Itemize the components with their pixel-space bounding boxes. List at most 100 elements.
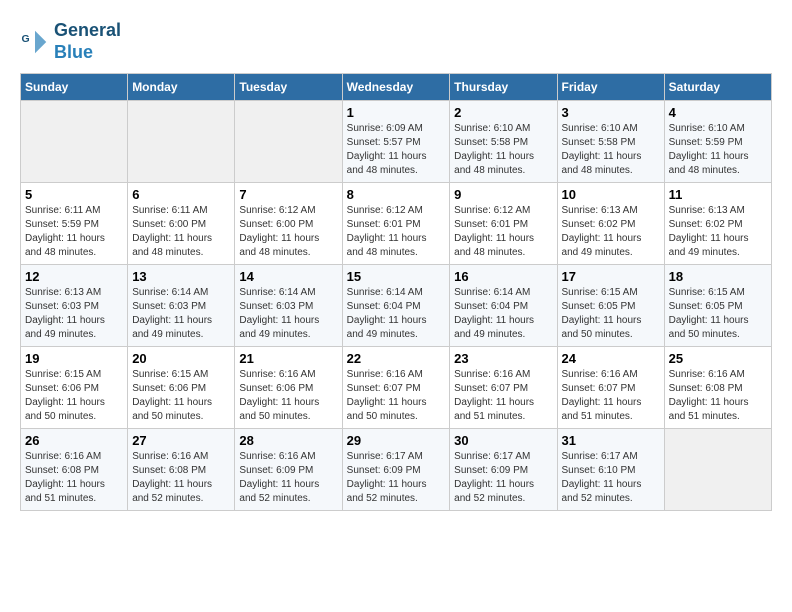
calendar-cell: 22 Sunrise: 6:16 AM Sunset: 6:07 PM Dayli… xyxy=(342,347,450,429)
week-row-2: 5 Sunrise: 6:11 AM Sunset: 5:59 PM Daylig… xyxy=(21,183,772,265)
day-info: Sunrise: 6:17 AM Sunset: 6:09 PM Dayligh… xyxy=(454,450,552,506)
day-number: 7 xyxy=(239,187,337,202)
day-info: Sunrise: 6:17 AM Sunset: 6:10 PM Dayligh… xyxy=(562,450,660,506)
day-info: Sunrise: 6:16 AM Sunset: 6:08 PM Dayligh… xyxy=(132,450,230,506)
day-number: 1 xyxy=(347,105,446,120)
day-info: Sunrise: 6:14 AM Sunset: 6:04 PM Dayligh… xyxy=(347,286,446,342)
header-tuesday: Tuesday xyxy=(235,74,342,101)
day-number: 4 xyxy=(669,105,767,120)
day-number: 12 xyxy=(25,269,123,284)
calendar-cell: 20 Sunrise: 6:15 AM Sunset: 6:06 PM Dayli… xyxy=(128,347,235,429)
calendar-cell: 18 Sunrise: 6:15 AM Sunset: 6:05 PM Dayli… xyxy=(664,265,771,347)
svg-text:G: G xyxy=(22,33,30,45)
calendar-cell xyxy=(664,429,771,511)
calendar-table: SundayMondayTuesdayWednesdayThursdayFrid… xyxy=(20,73,772,511)
calendar-cell: 29 Sunrise: 6:17 AM Sunset: 6:09 PM Dayli… xyxy=(342,429,450,511)
day-number: 9 xyxy=(454,187,552,202)
calendar-cell: 31 Sunrise: 6:17 AM Sunset: 6:10 PM Dayli… xyxy=(557,429,664,511)
logo-text: General Blue xyxy=(54,20,121,63)
day-info: Sunrise: 6:16 AM Sunset: 6:07 PM Dayligh… xyxy=(454,368,552,424)
logo-icon: G xyxy=(20,27,50,57)
calendar-cell: 30 Sunrise: 6:17 AM Sunset: 6:09 PM Dayli… xyxy=(450,429,557,511)
header-friday: Friday xyxy=(557,74,664,101)
day-number: 8 xyxy=(347,187,446,202)
calendar-cell xyxy=(21,101,128,183)
day-info: Sunrise: 6:12 AM Sunset: 6:00 PM Dayligh… xyxy=(239,204,337,260)
calendar-cell: 5 Sunrise: 6:11 AM Sunset: 5:59 PM Daylig… xyxy=(21,183,128,265)
day-info: Sunrise: 6:14 AM Sunset: 6:03 PM Dayligh… xyxy=(239,286,337,342)
calendar-body: 1 Sunrise: 6:09 AM Sunset: 5:57 PM Daylig… xyxy=(21,101,772,511)
header-monday: Monday xyxy=(128,74,235,101)
day-number: 15 xyxy=(347,269,446,284)
day-number: 23 xyxy=(454,351,552,366)
day-info: Sunrise: 6:15 AM Sunset: 6:06 PM Dayligh… xyxy=(132,368,230,424)
header-wednesday: Wednesday xyxy=(342,74,450,101)
day-info: Sunrise: 6:13 AM Sunset: 6:02 PM Dayligh… xyxy=(669,204,767,260)
day-info: Sunrise: 6:10 AM Sunset: 5:58 PM Dayligh… xyxy=(562,122,660,178)
calendar-cell: 9 Sunrise: 6:12 AM Sunset: 6:01 PM Daylig… xyxy=(450,183,557,265)
day-number: 28 xyxy=(239,433,337,448)
header-sunday: Sunday xyxy=(21,74,128,101)
calendar-cell: 14 Sunrise: 6:14 AM Sunset: 6:03 PM Dayli… xyxy=(235,265,342,347)
day-number: 2 xyxy=(454,105,552,120)
day-number: 25 xyxy=(669,351,767,366)
day-info: Sunrise: 6:09 AM Sunset: 5:57 PM Dayligh… xyxy=(347,122,446,178)
day-number: 14 xyxy=(239,269,337,284)
calendar-cell: 7 Sunrise: 6:12 AM Sunset: 6:00 PM Daylig… xyxy=(235,183,342,265)
page-header: G General Blue xyxy=(20,20,772,63)
calendar-cell: 6 Sunrise: 6:11 AM Sunset: 6:00 PM Daylig… xyxy=(128,183,235,265)
day-number: 18 xyxy=(669,269,767,284)
calendar-cell: 16 Sunrise: 6:14 AM Sunset: 6:04 PM Dayli… xyxy=(450,265,557,347)
day-info: Sunrise: 6:11 AM Sunset: 6:00 PM Dayligh… xyxy=(132,204,230,260)
day-info: Sunrise: 6:15 AM Sunset: 6:05 PM Dayligh… xyxy=(669,286,767,342)
day-number: 11 xyxy=(669,187,767,202)
week-row-4: 19Sunrise: 6:15 AM Sunset: 6:06 PM Dayli… xyxy=(21,347,772,429)
day-info: Sunrise: 6:12 AM Sunset: 6:01 PM Dayligh… xyxy=(454,204,552,260)
day-info: Sunrise: 6:12 AM Sunset: 6:01 PM Dayligh… xyxy=(347,204,446,260)
calendar-cell: 28 Sunrise: 6:16 AM Sunset: 6:09 PM Dayli… xyxy=(235,429,342,511)
day-info: Sunrise: 6:17 AM Sunset: 6:09 PM Dayligh… xyxy=(347,450,446,506)
calendar-cell: 25Sunrise: 6:16 AM Sunset: 6:08 PM Dayli… xyxy=(664,347,771,429)
calendar-cell: 19Sunrise: 6:15 AM Sunset: 6:06 PM Dayli… xyxy=(21,347,128,429)
day-info: Sunrise: 6:16 AM Sunset: 6:07 PM Dayligh… xyxy=(347,368,446,424)
calendar-cell: 2 Sunrise: 6:10 AM Sunset: 5:58 PM Daylig… xyxy=(450,101,557,183)
day-number: 20 xyxy=(132,351,230,366)
calendar-cell: 23 Sunrise: 6:16 AM Sunset: 6:07 PM Dayli… xyxy=(450,347,557,429)
day-info: Sunrise: 6:10 AM Sunset: 5:58 PM Dayligh… xyxy=(454,122,552,178)
calendar-cell xyxy=(128,101,235,183)
calendar-cell: 3Sunrise: 6:10 AM Sunset: 5:58 PM Daylig… xyxy=(557,101,664,183)
day-number: 17 xyxy=(562,269,660,284)
calendar-cell: 4 Sunrise: 6:10 AM Sunset: 5:59 PM Daylig… xyxy=(664,101,771,183)
day-info: Sunrise: 6:13 AM Sunset: 6:02 PM Dayligh… xyxy=(562,204,660,260)
calendar-cell: 8 Sunrise: 6:12 AM Sunset: 6:01 PM Daylig… xyxy=(342,183,450,265)
day-info: Sunrise: 6:16 AM Sunset: 6:08 PM Dayligh… xyxy=(25,450,123,506)
calendar-cell: 21 Sunrise: 6:16 AM Sunset: 6:06 PM Dayli… xyxy=(235,347,342,429)
header-saturday: Saturday xyxy=(664,74,771,101)
day-number: 5 xyxy=(25,187,123,202)
day-number: 16 xyxy=(454,269,552,284)
day-info: Sunrise: 6:13 AM Sunset: 6:03 PM Dayligh… xyxy=(25,286,123,342)
week-row-3: 12 Sunrise: 6:13 AM Sunset: 6:03 PM Dayli… xyxy=(21,265,772,347)
day-info: Sunrise: 6:16 AM Sunset: 6:06 PM Dayligh… xyxy=(239,368,337,424)
day-info: Sunrise: 6:14 AM Sunset: 6:03 PM Dayligh… xyxy=(132,286,230,342)
calendar-cell: 17 Sunrise: 6:15 AM Sunset: 6:05 PM Dayli… xyxy=(557,265,664,347)
day-info: Sunrise: 6:15 AM Sunset: 6:06 PM Dayligh… xyxy=(25,368,123,424)
calendar-cell: 24Sunrise: 6:16 AM Sunset: 6:07 PM Dayli… xyxy=(557,347,664,429)
day-number: 21 xyxy=(239,351,337,366)
day-number: 22 xyxy=(347,351,446,366)
calendar-header: SundayMondayTuesdayWednesdayThursdayFrid… xyxy=(21,74,772,101)
day-number: 29 xyxy=(347,433,446,448)
header-row: SundayMondayTuesdayWednesdayThursdayFrid… xyxy=(21,74,772,101)
day-number: 6 xyxy=(132,187,230,202)
calendar-cell: 11 Sunrise: 6:13 AM Sunset: 6:02 PM Dayli… xyxy=(664,183,771,265)
week-row-5: 26Sunrise: 6:16 AM Sunset: 6:08 PM Dayli… xyxy=(21,429,772,511)
day-info: Sunrise: 6:14 AM Sunset: 6:04 PM Dayligh… xyxy=(454,286,552,342)
day-info: Sunrise: 6:11 AM Sunset: 5:59 PM Dayligh… xyxy=(25,204,123,260)
day-info: Sunrise: 6:10 AM Sunset: 5:59 PM Dayligh… xyxy=(669,122,767,178)
day-info: Sunrise: 6:16 AM Sunset: 6:09 PM Dayligh… xyxy=(239,450,337,506)
calendar-cell: 15 Sunrise: 6:14 AM Sunset: 6:04 PM Dayli… xyxy=(342,265,450,347)
day-info: Sunrise: 6:15 AM Sunset: 6:05 PM Dayligh… xyxy=(562,286,660,342)
calendar-cell: 26Sunrise: 6:16 AM Sunset: 6:08 PM Dayli… xyxy=(21,429,128,511)
day-number: 30 xyxy=(454,433,552,448)
day-number: 31 xyxy=(562,433,660,448)
